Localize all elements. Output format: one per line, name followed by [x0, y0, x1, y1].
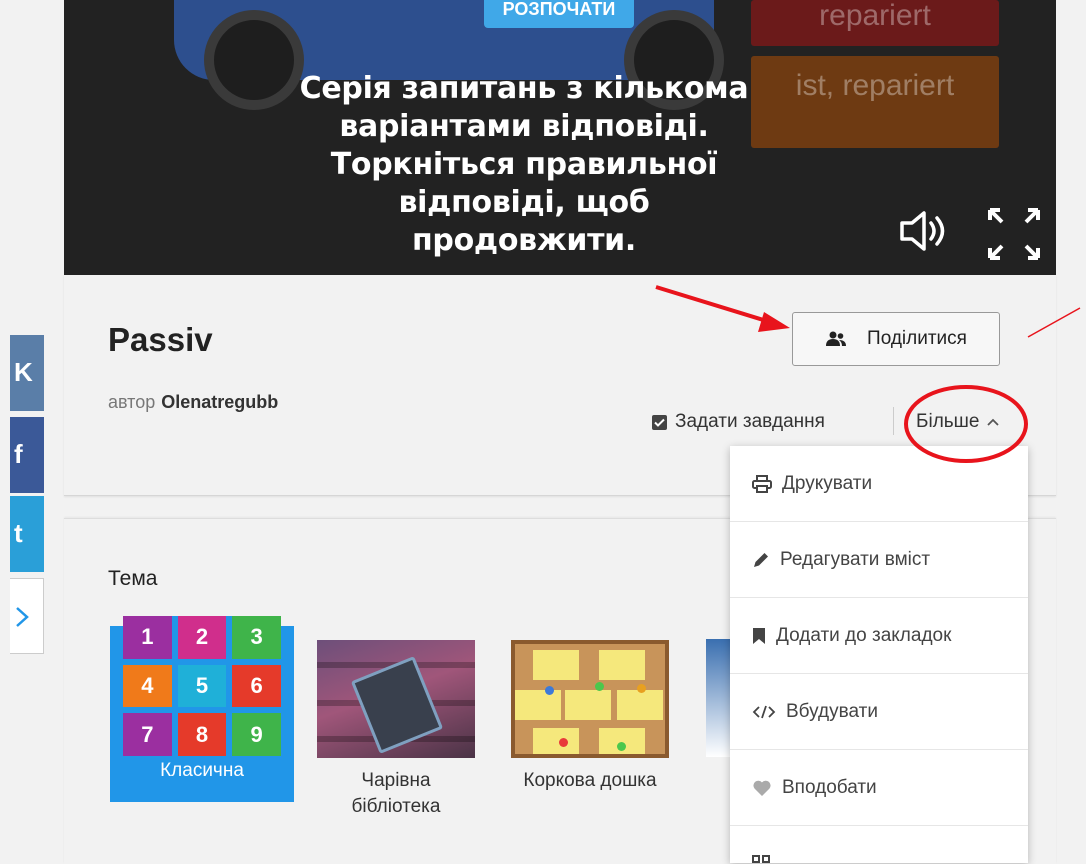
menu-item-label: Додати до закладок [776, 624, 952, 646]
print-icon [752, 474, 772, 493]
instructions-text: Серія запитань з кількома варіантами від… [299, 71, 749, 258]
menu-item-label: Редагувати вміст [780, 548, 931, 570]
menu-item-embed[interactable]: Вбудувати [730, 674, 1028, 750]
grid-cell: 8 [177, 713, 227, 756]
magic-library-thumbnail [317, 640, 475, 758]
share-label: Поділитися [867, 328, 967, 349]
pin [545, 686, 554, 695]
vk-share-button[interactable]: K [10, 335, 44, 411]
assign-label: Задати завдання [675, 411, 825, 432]
grid-cell: 7 [123, 713, 172, 756]
pin [617, 742, 626, 751]
bookmark-icon [753, 627, 765, 644]
chevron-up-icon [986, 418, 999, 426]
theme-label: Коркова дошка [523, 770, 657, 791]
menu-item-print[interactable]: Друкувати [730, 446, 1028, 522]
grid-cell: 1 [123, 616, 172, 659]
expand-share-button[interactable] [10, 578, 44, 654]
menu-item-label: Вбудувати [786, 700, 878, 722]
qr-icon [752, 854, 770, 863]
pencil-icon [754, 552, 768, 567]
activity-preview[interactable]: РОЗПОЧАТИ repariert ist, repariert Серія… [64, 0, 1056, 275]
answer-option-2[interactable]: ist, repariert [751, 56, 999, 148]
menu-item-edit-content[interactable]: Редагувати вміст [730, 522, 1028, 598]
grid-cell: 3 [232, 616, 281, 659]
sticky-note [565, 690, 611, 720]
theme-cork-board[interactable]: Коркова дошка [498, 627, 682, 794]
classic-thumbnail: 1 2 3 4 5 6 7 8 9 [123, 616, 281, 756]
facebook-share-button[interactable]: f [10, 417, 44, 493]
author-link[interactable]: Olenatregubb [161, 392, 278, 412]
menu-item-qr[interactable] [730, 826, 1028, 863]
menu-item-label: Вподобати [782, 776, 877, 798]
heart-icon [753, 780, 771, 796]
answer-option-1[interactable]: repariert [751, 0, 999, 46]
grid-cell: 4 [123, 664, 172, 708]
author-prefix: автор [108, 392, 156, 412]
theme-label: Чарівна бібліотека [351, 770, 441, 817]
vk-icon: K [14, 357, 33, 387]
cork-board-thumbnail [511, 640, 669, 758]
sticky-note [533, 728, 579, 754]
more-dropdown-menu: Друкувати Редагувати вміст Додати до зак… [730, 446, 1028, 863]
theme-classic[interactable]: 1 2 3 4 5 6 7 8 9 Класична [110, 616, 294, 802]
theme-heading: Тема [108, 567, 158, 590]
menu-item-label: Друкувати [782, 472, 873, 494]
grid-cell: 5 [177, 664, 227, 708]
grid-cell: 2 [177, 616, 227, 659]
twitter-share-button[interactable]: t [10, 496, 44, 572]
menu-item-like[interactable]: Вподобати [730, 750, 1028, 826]
start-button[interactable]: РОЗПОЧАТИ [484, 0, 634, 28]
grid-cell: 9 [232, 713, 281, 756]
author-line: автор Olenatregubb [108, 392, 278, 413]
more-button[interactable]: Більше [916, 411, 1000, 433]
activity-title: Passiv [108, 321, 213, 358]
fullscreen-icon[interactable] [986, 206, 1042, 262]
share-button[interactable]: Поділитися [792, 312, 1000, 366]
sticky-note [599, 650, 645, 680]
embed-icon [752, 705, 776, 718]
more-label: Більше [916, 411, 980, 432]
chevron-right-icon [16, 607, 29, 627]
checkbox-icon [652, 414, 667, 430]
twitter-icon: t [14, 518, 23, 548]
sound-icon[interactable] [896, 206, 952, 256]
menu-item-bookmark[interactable]: Додати до закладок [730, 598, 1028, 674]
theme-magic-library[interactable]: Чарівна бібліотека [304, 627, 488, 820]
theme-label: Класична [160, 760, 244, 781]
pin [595, 682, 604, 691]
sticky-note [515, 690, 561, 720]
pin [637, 684, 646, 693]
users-icon [826, 331, 847, 346]
pin [559, 738, 568, 747]
toolbar-divider [893, 407, 894, 435]
grid-cell: 6 [232, 664, 281, 708]
sticky-note [617, 690, 663, 720]
facebook-icon: f [14, 439, 23, 469]
assign-task-button[interactable]: Задати завдання [652, 411, 825, 433]
sticky-note [533, 650, 579, 680]
